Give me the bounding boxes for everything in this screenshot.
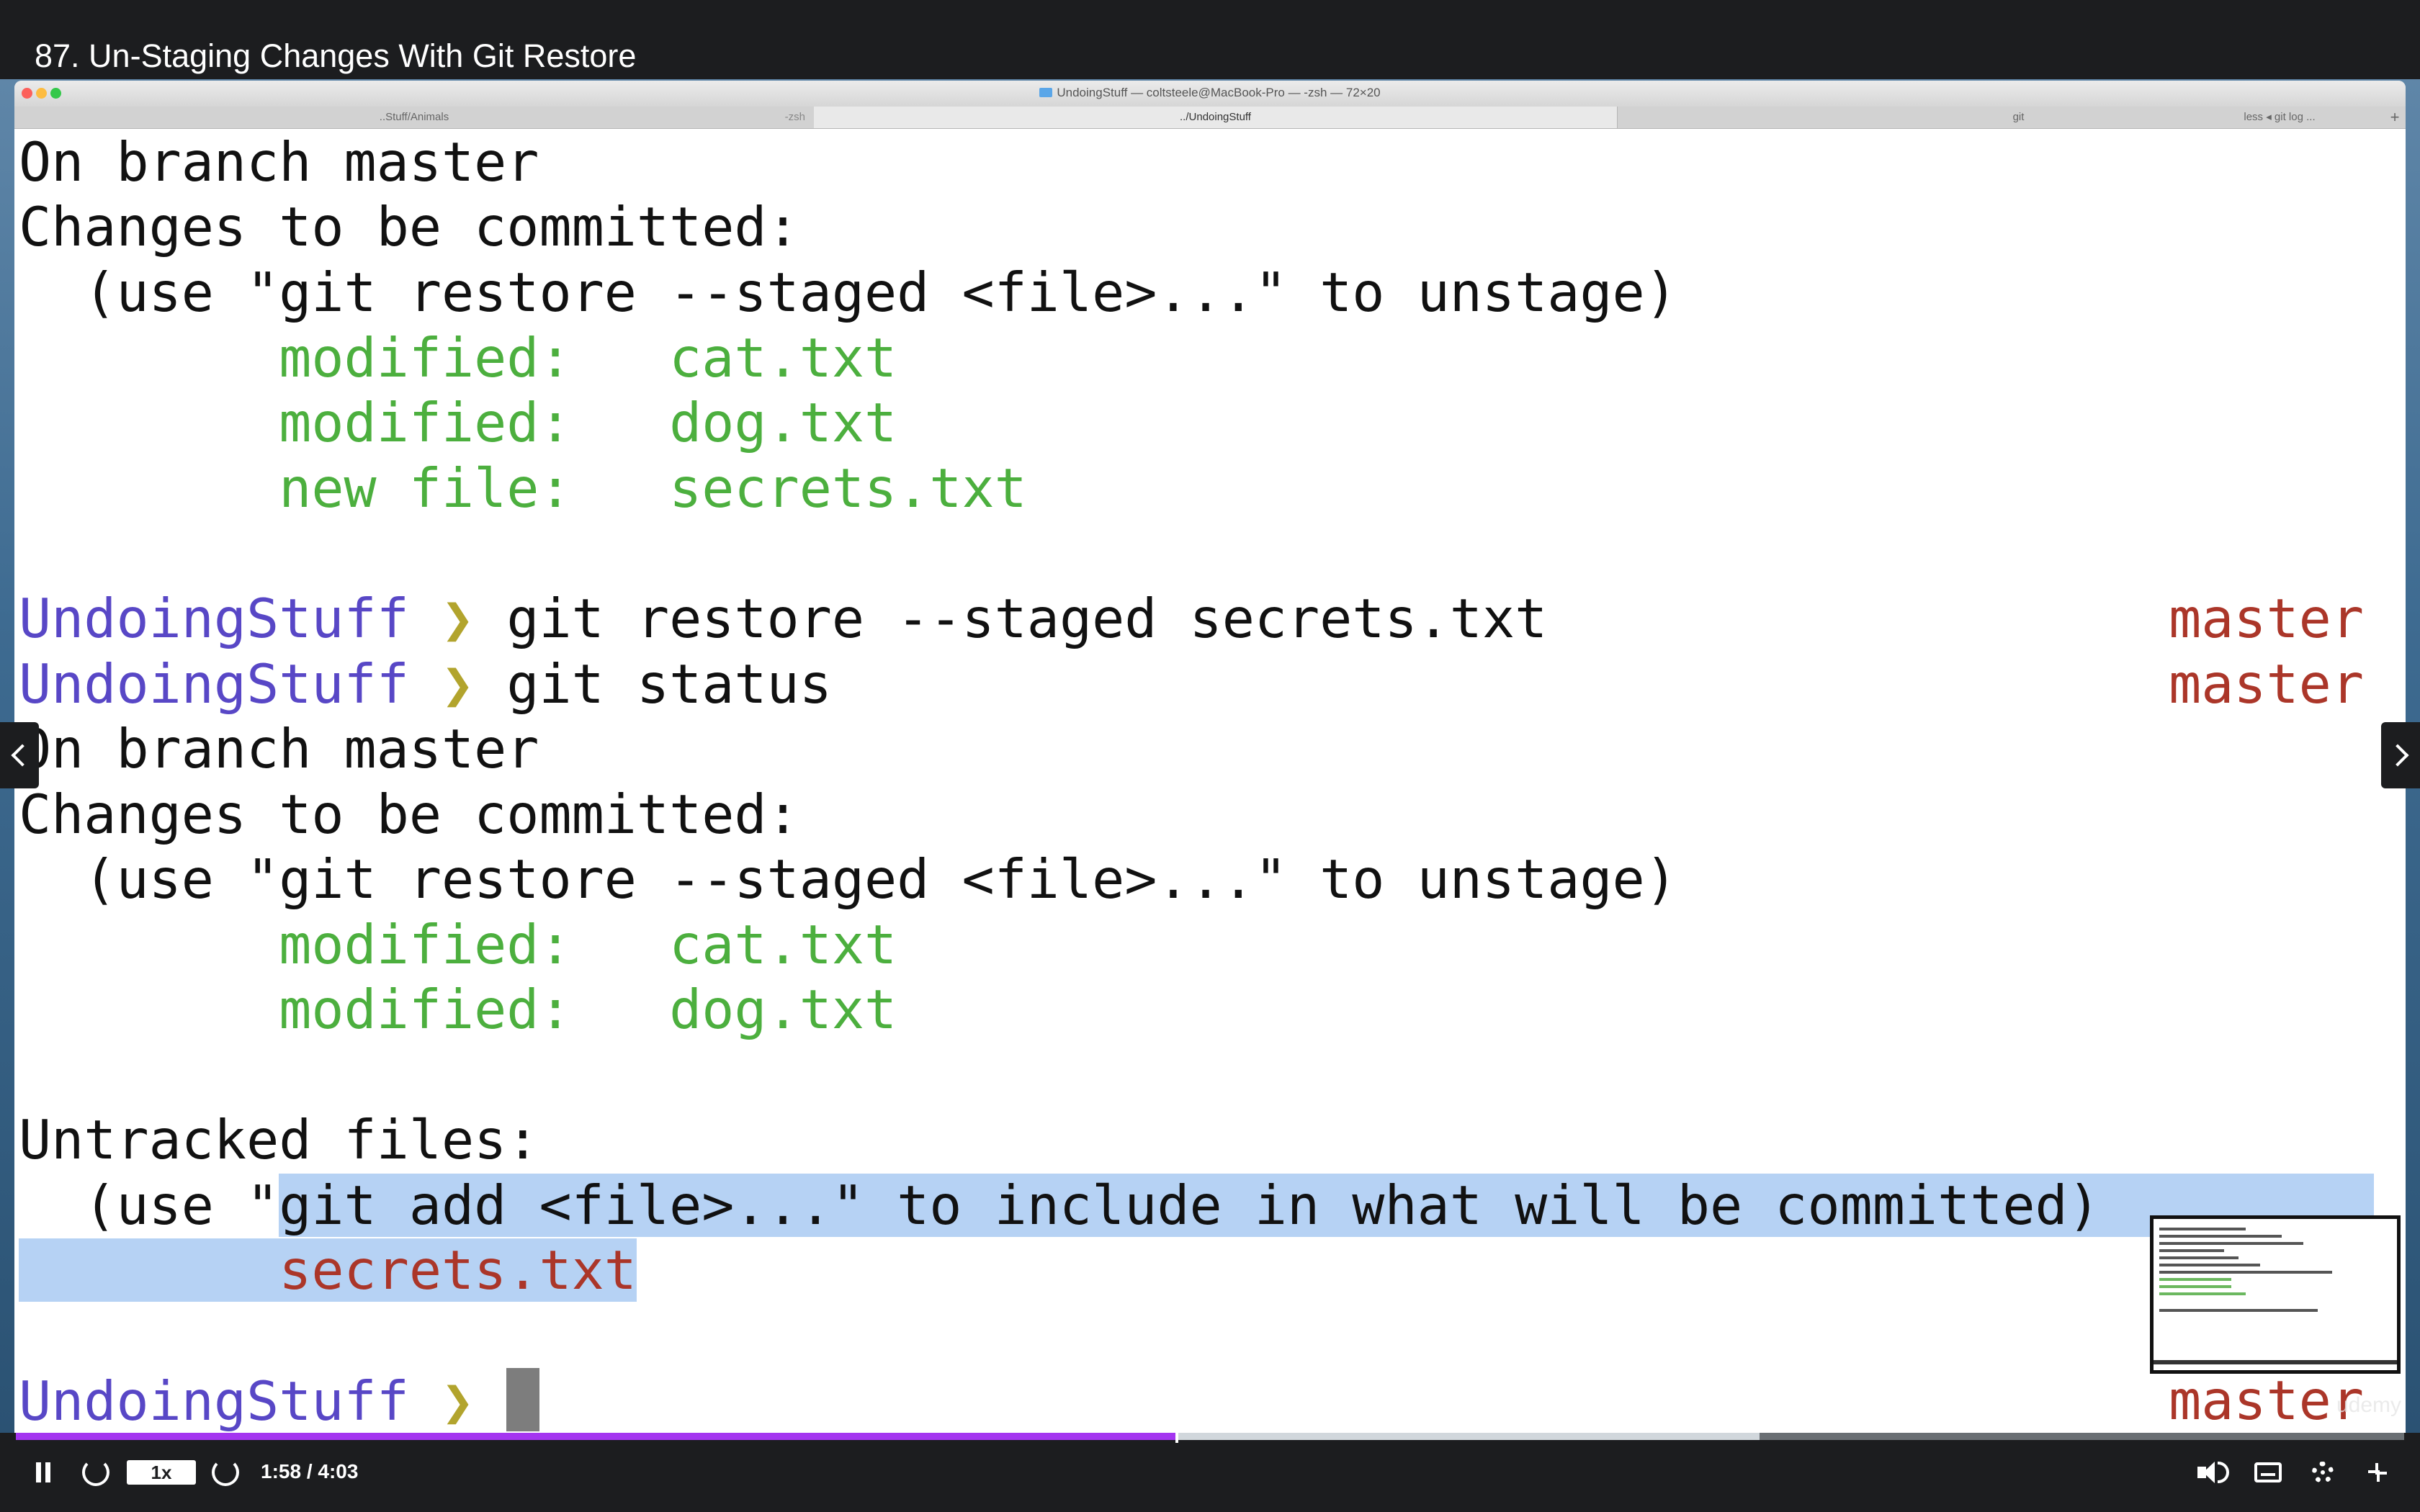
terminal-cursor (506, 1368, 540, 1431)
forward-icon (212, 1459, 239, 1486)
branch-indicator: master (2169, 587, 2364, 650)
window-title: UndoingStuff — coltsteele@MacBook-Pro — … (14, 86, 2406, 100)
volume-icon-wave (2218, 1462, 2229, 1483)
rewind-icon (82, 1459, 109, 1486)
status-modified-dog: modified: dog.txt (19, 391, 897, 454)
terminal-line: Changes to be committed: (19, 783, 799, 846)
volume-icon-cone (2203, 1462, 2215, 1483)
terminal-line: (use "git add <file>..." to include in w… (19, 1173, 2396, 1238)
exit-fullscreen-icon (2367, 1462, 2388, 1483)
tab-git-log[interactable]: less ◂ git log ... (2175, 107, 2384, 128)
rewind-button[interactable] (78, 1454, 114, 1490)
chevron-right-icon (2386, 744, 2409, 767)
chevron-left-icon (11, 744, 34, 767)
line-prefix: (use " (19, 1174, 279, 1237)
prompt-line: UndoingStuff ❯ git status master (19, 652, 2396, 716)
prompt-dir: UndoingStuff (19, 587, 409, 650)
terminal-line: (use "git restore --staged <file>..." to… (19, 847, 1677, 911)
captions-button[interactable] (2250, 1454, 2286, 1490)
branch-indicator: master (2169, 1369, 2364, 1432)
time-readout: 1:58 / 4:03 (261, 1460, 359, 1482)
status-modified-cat: modified: cat.txt (19, 326, 897, 390)
prompt-dir: UndoingStuff (19, 1369, 409, 1433)
prompt-arrow-icon: ❯ (442, 652, 475, 716)
thumbnail-line (2159, 1242, 2303, 1245)
untracked-file-secrets: secrets.txt (279, 1238, 637, 1302)
tab-label: ..Stuff/Animals (379, 111, 449, 123)
tab-sublabel: -zsh (784, 111, 805, 123)
previous-lecture-button[interactable] (0, 722, 39, 788)
progress-played (16, 1433, 1177, 1440)
branch-indicator: master (2169, 652, 2364, 716)
terminal-line: (use "git restore --staged <file>..." to… (19, 261, 1677, 324)
folder-icon (1039, 88, 1053, 97)
gear-icon (2312, 1462, 2334, 1483)
terminal-line: secrets.txt (19, 1238, 637, 1302)
video-preview-thumbnail (2150, 1215, 2401, 1374)
tab-label: less ◂ git log ... (2244, 111, 2316, 123)
thumbnail-controls (2154, 1360, 2397, 1364)
pause-icon (36, 1462, 41, 1482)
thumbnail-line (2159, 1228, 2246, 1230)
terminal-window: UndoingStuff — coltsteele@MacBook-Pro — … (14, 81, 2406, 1436)
lecture-title: 87. Un-Staging Changes With Git Restore (35, 37, 637, 74)
thumbnail-line (2159, 1271, 2332, 1274)
playback-speed-button[interactable]: 1x (127, 1460, 196, 1485)
captions-icon (2254, 1462, 2282, 1482)
command-text: git status (506, 652, 832, 716)
new-tab-button[interactable]: + (2384, 107, 2406, 128)
terminal-line: Changes to be committed: (19, 195, 799, 258)
next-lecture-button[interactable] (2381, 722, 2420, 788)
terminal-line: Untracked files: (19, 1108, 539, 1171)
progress-bar[interactable] (16, 1430, 2404, 1443)
thumbnail-line (2159, 1235, 2282, 1238)
window-title-text: UndoingStuff — coltsteele@MacBook-Pro — … (1057, 86, 1381, 99)
video-controls: 1x 1:58 / 4:03 (0, 1430, 2420, 1512)
terminal-line: On branch master (19, 717, 539, 780)
thumbnail-line (2159, 1278, 2231, 1281)
udemy-watermark: udemy (2336, 1393, 2401, 1417)
prompt-arrow-icon: ❯ (442, 587, 475, 650)
prompt-line: UndoingStuff ❯ master (19, 1368, 2396, 1433)
exit-fullscreen-button[interactable] (2360, 1454, 2396, 1490)
video-header: 87. Un-Staging Changes With Git Restore (0, 0, 2420, 79)
command-text: git restore --staged secrets.txt (506, 587, 1548, 650)
status-modified-dog: modified: dog.txt (19, 978, 897, 1041)
selected-text: git add <file>..." to include in what wi… (279, 1174, 2374, 1237)
status-new-file-secrets: new file: secrets.txt (19, 456, 1027, 520)
tab-label: ../UndoingStuff (1180, 111, 1251, 123)
thumbnail-line (2159, 1285, 2231, 1288)
pause-button[interactable] (27, 1454, 59, 1490)
tab-animals[interactable]: ..Stuff/Animals -zsh (14, 107, 815, 128)
thumbnail-line (2159, 1249, 2224, 1252)
prompt-line: UndoingStuff ❯ git restore --staged secr… (19, 586, 2396, 651)
thumbnail-line (2159, 1256, 2238, 1259)
tab-bar: ..Stuff/Animals -zsh ../UndoingStuff git … (14, 107, 2406, 129)
thumbnail-line (2159, 1292, 2246, 1295)
terminal-line: On branch master (19, 130, 539, 194)
terminal-output[interactable]: On branch master Changes to be committed… (19, 130, 2396, 1433)
tab-label: git (2012, 111, 2025, 123)
prompt-arrow-icon: ❯ (442, 1369, 475, 1433)
window-titlebar: UndoingStuff — coltsteele@MacBook-Pro — … (14, 81, 2406, 107)
thumbnail-line (2159, 1309, 2318, 1312)
settings-button[interactable] (2305, 1454, 2341, 1490)
volume-button[interactable] (2195, 1454, 2231, 1490)
progress-handle[interactable] (1175, 1430, 1178, 1443)
prompt-dir: UndoingStuff (19, 652, 409, 716)
forward-button[interactable] (207, 1454, 243, 1490)
selected-indent (19, 1238, 279, 1302)
pause-icon-bar (45, 1462, 50, 1482)
thumbnail-line (2159, 1264, 2260, 1266)
tab-undoingstuff[interactable]: ../UndoingStuff (814, 107, 1618, 128)
plus-icon: + (2390, 108, 2400, 126)
status-modified-cat: modified: cat.txt (19, 913, 897, 976)
